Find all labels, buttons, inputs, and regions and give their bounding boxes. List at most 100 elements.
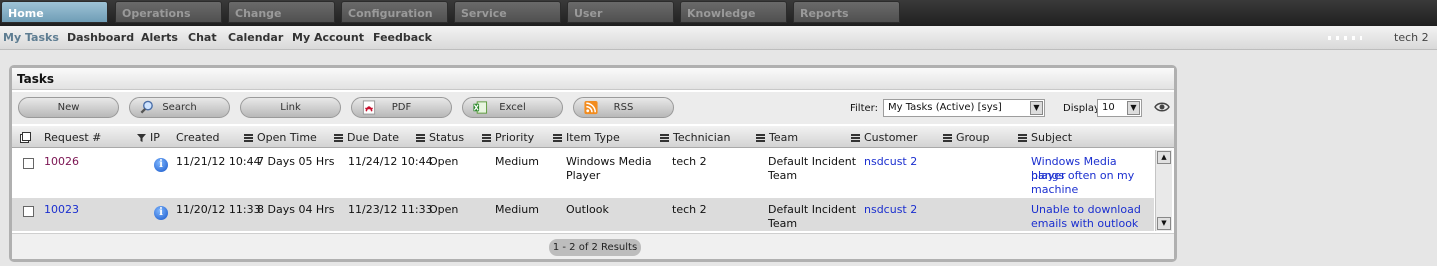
column-customer[interactable]: Customer <box>851 131 917 144</box>
select-all-icon[interactable] <box>20 132 31 143</box>
created-cell: 11/21/12 10:44 <box>176 155 261 168</box>
column-subject[interactable]: Subject <box>1018 131 1072 144</box>
subnav-feedback[interactable]: Feedback <box>373 31 432 44</box>
scroll-down-icon[interactable]: ▼ <box>1157 217 1171 230</box>
column-request[interactable]: Request # <box>44 131 101 144</box>
rss-button[interactable]: RSS <box>573 97 674 118</box>
info-icon[interactable]: i <box>154 158 168 172</box>
team-cell: Team <box>768 217 798 230</box>
subject-link[interactable]: emails with outlook <box>1031 217 1138 231</box>
eye-icon[interactable] <box>1154 99 1170 115</box>
filter-value: My Tasks (Active) [sys] <box>888 102 1002 113</box>
status-cell: Open <box>429 155 459 168</box>
filter-label: Filter: <box>850 103 878 114</box>
sort-icon <box>660 134 669 142</box>
scroll-up-icon[interactable]: ▲ <box>1157 151 1171 164</box>
subject-link[interactable]: machine <box>1031 183 1078 197</box>
chevron-down-icon[interactable]: ▼ <box>1127 101 1140 115</box>
team-cell: Default Incident <box>768 155 857 168</box>
column-technician[interactable]: Technician <box>660 131 730 144</box>
info-icon[interactable]: i <box>154 206 168 220</box>
column-status[interactable]: Status <box>416 131 464 144</box>
subnav-chat[interactable]: Chat <box>188 31 217 44</box>
column-open-time[interactable]: Open Time <box>244 131 317 144</box>
column-group[interactable]: Group <box>943 131 990 144</box>
request-number-link[interactable]: 10026 <box>44 155 79 169</box>
item-type-cell: Player <box>566 169 601 182</box>
subject-link[interactable]: Unable to download <box>1031 203 1141 217</box>
priority-cell: Medium <box>495 155 539 168</box>
column-created[interactable]: Created <box>176 131 220 144</box>
search-button[interactable]: Search <box>129 97 230 118</box>
table-row[interactable]: 10026 i 11/21/12 10:44 7 Days 05 Hrs 11/… <box>12 150 1154 198</box>
tab-configuration[interactable]: Configuration <box>341 1 448 23</box>
display-value: 10 <box>1102 102 1115 113</box>
subnav-calendar[interactable]: Calendar <box>228 31 283 44</box>
tab-user[interactable]: User <box>567 1 674 23</box>
sort-icon <box>1018 134 1027 142</box>
item-type-cell: Outlook <box>566 203 609 216</box>
table-scrollbar[interactable]: ▲ ▼ <box>1155 150 1172 231</box>
subnav-dashboard[interactable]: Dashboard <box>67 31 134 44</box>
subnav-my-account[interactable]: My Account <box>292 31 364 44</box>
results-count: 1 - 2 of 2 Results <box>549 239 641 256</box>
pdf-button[interactable]: PDF <box>351 97 452 118</box>
priority-cell: Medium <box>495 203 539 216</box>
sort-icon <box>943 134 952 142</box>
open-time-cell: 8 Days 04 Hrs <box>257 203 335 216</box>
column-priority[interactable]: Priority <box>482 131 534 144</box>
toolbar: New Search Link PDF Excel RSS Filter: My… <box>12 92 1174 124</box>
row-checkbox[interactable] <box>23 158 34 169</box>
customer-link[interactable]: nsdcust 2 <box>864 155 917 169</box>
link-button[interactable]: Link <box>240 97 341 118</box>
filter-select[interactable]: My Tasks (Active) [sys] ▼ <box>883 99 1045 117</box>
table-header: Request # IP Created Open Time Due Date … <box>12 126 1174 148</box>
display-count-select[interactable]: 10 ▼ <box>1097 99 1142 117</box>
table-row[interactable]: 10023 i 11/20/12 11:33 8 Days 04 Hrs 11/… <box>12 198 1154 231</box>
filter-icon <box>137 134 146 142</box>
sort-icon <box>416 134 425 142</box>
technician-cell: tech 2 <box>672 155 707 168</box>
sort-icon <box>553 134 562 142</box>
tab-knowledge[interactable]: Knowledge <box>680 1 787 23</box>
team-cell: Default Incident <box>768 203 857 216</box>
row-checkbox[interactable] <box>23 206 34 217</box>
sub-navigation: My Tasks Dashboard Alerts Chat Calendar … <box>0 26 1437 50</box>
tab-operations[interactable]: Operations <box>115 1 222 23</box>
status-cell: Open <box>429 203 459 216</box>
sort-icon <box>334 134 343 142</box>
sort-icon <box>244 134 253 142</box>
due-date-cell: 11/24/12 10:44 <box>348 155 433 168</box>
current-user: tech 2 <box>1394 31 1429 44</box>
request-number-link[interactable]: 10023 <box>44 203 79 217</box>
item-type-cell: Windows Media <box>566 155 652 168</box>
tab-reports[interactable]: Reports <box>793 1 900 23</box>
sort-icon <box>756 134 765 142</box>
subject-link[interactable]: hangs often on my <box>1031 169 1134 183</box>
open-time-cell: 7 Days 05 Hrs <box>257 155 335 168</box>
tasks-panel: Tasks New Search Link PDF Excel RSS Filt… <box>9 65 1177 262</box>
status-indicator <box>1328 36 1362 40</box>
tab-service[interactable]: Service <box>454 1 561 23</box>
column-ip[interactable]: IP <box>137 131 160 144</box>
subnav-alerts[interactable]: Alerts <box>141 31 178 44</box>
new-button[interactable]: New <box>18 97 119 118</box>
sort-icon <box>851 134 860 142</box>
column-team[interactable]: Team <box>756 131 798 144</box>
table-footer: 1 - 2 of 2 Results <box>12 233 1174 259</box>
subnav-my-tasks[interactable]: My Tasks <box>3 31 59 44</box>
excel-button[interactable]: Excel <box>462 97 563 118</box>
customer-link[interactable]: nsdcust 2 <box>864 203 917 217</box>
sort-icon <box>482 134 491 142</box>
tab-home[interactable]: Home <box>1 1 108 23</box>
main-navigation: Home Operations Change Configuration Ser… <box>0 0 1437 26</box>
column-item-type[interactable]: Item Type <box>553 131 620 144</box>
tab-change[interactable]: Change <box>228 1 335 23</box>
team-cell: Team <box>768 169 798 182</box>
created-cell: 11/20/12 11:33 <box>176 203 261 216</box>
column-due-date[interactable]: Due Date <box>334 131 399 144</box>
panel-title: Tasks <box>12 68 1174 90</box>
due-date-cell: 11/23/12 11:33 <box>348 203 433 216</box>
technician-cell: tech 2 <box>672 203 707 216</box>
chevron-down-icon[interactable]: ▼ <box>1030 101 1043 115</box>
